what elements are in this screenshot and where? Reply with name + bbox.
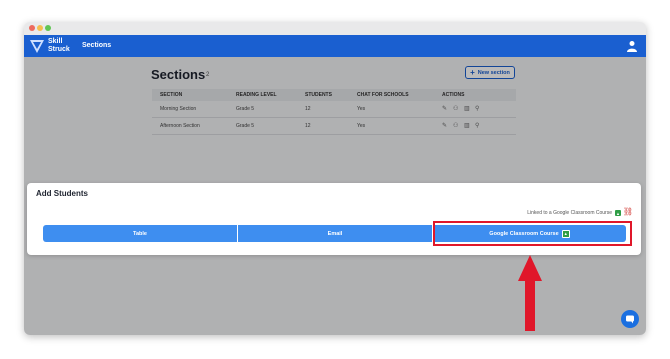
- unlink-icon[interactable]: ⛓: [623, 207, 633, 216]
- chat-bubble-icon[interactable]: [621, 310, 639, 328]
- add-students-modal: Add Students Linked to a Google Classroo…: [27, 183, 641, 255]
- google-classroom-icon: ▲: [615, 210, 621, 216]
- email-button[interactable]: Email: [238, 225, 433, 242]
- skillstruck-logo-icon[interactable]: [29, 38, 45, 54]
- window-titlebar: [24, 22, 646, 35]
- minimize-window-button[interactable]: [37, 25, 43, 31]
- highlight-box: [433, 221, 632, 246]
- table-button[interactable]: Table: [43, 225, 238, 242]
- maximize-window-button[interactable]: [45, 25, 51, 31]
- brand-name: Skill Struck: [48, 38, 70, 53]
- red-arrow-annotation: [518, 255, 542, 331]
- nav-sections-link[interactable]: Sections: [82, 42, 111, 49]
- modal-backdrop[interactable]: Add Students Linked to a Google Classroo…: [24, 57, 646, 335]
- close-window-button[interactable]: [29, 25, 35, 31]
- app-header: Skill Struck Sections: [24, 35, 646, 57]
- google-classroom-status: Linked to a Google Classroom Course ▲: [527, 210, 621, 216]
- chat-icon: [626, 315, 634, 324]
- brand-line-2: Struck: [48, 45, 70, 53]
- user-icon[interactable]: [626, 40, 638, 52]
- brand-line-1: Skill: [48, 38, 63, 45]
- modal-title: Add Students: [36, 189, 88, 198]
- google-classroom-status-text: Linked to a Google Classroom Course: [527, 210, 612, 216]
- browser-window: Skill Struck Sections Sections 2 + New s…: [24, 22, 646, 335]
